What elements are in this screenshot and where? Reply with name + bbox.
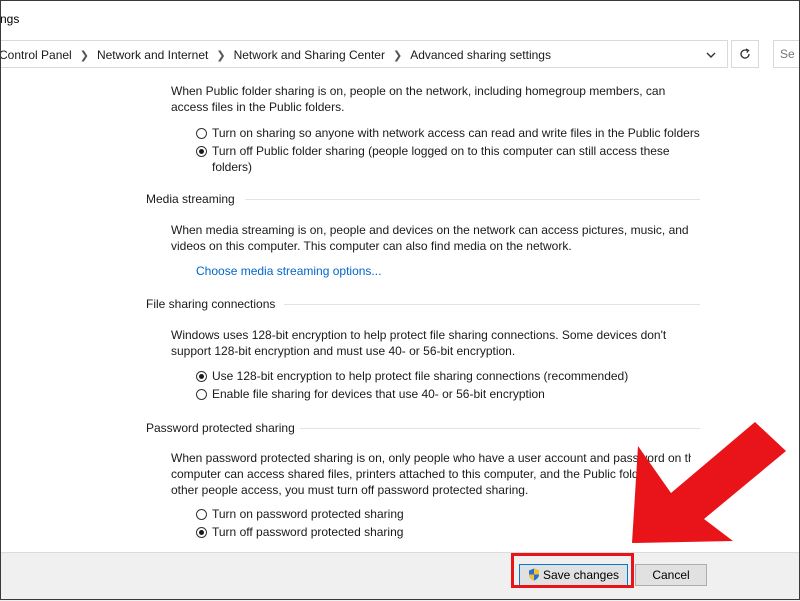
window-title: ngs bbox=[0, 12, 20, 26]
encryption-128-option[interactable]: Use 128-bit encryption to help protect f… bbox=[196, 368, 628, 384]
description-line: videos on this computer. This computer c… bbox=[171, 239, 572, 253]
description-line: Windows uses 128-bit encryption to help … bbox=[171, 328, 667, 342]
refresh-button[interactable] bbox=[731, 40, 759, 68]
password-sharing-heading: Password protected sharing bbox=[146, 421, 295, 435]
radio-button[interactable] bbox=[196, 146, 207, 157]
password-sharing-on-option[interactable]: Turn on password protected sharing bbox=[196, 506, 404, 522]
password-sharing-off-option[interactable]: Turn off password protected sharing bbox=[196, 524, 403, 540]
option-label-line: Turn off Public folder sharing (people l… bbox=[212, 144, 670, 158]
address-bar[interactable]: Control Panel ❯ Network and Internet ❯ Netwo… bbox=[0, 40, 728, 68]
description-line: When Public folder sharing is on, people… bbox=[171, 84, 666, 98]
breadcrumb-network-internet[interactable]: Network and Internet bbox=[97, 48, 208, 62]
address-dropdown-button[interactable] bbox=[699, 45, 723, 65]
media-streaming-description: When media streaming is on, people and d… bbox=[171, 222, 689, 254]
option-label: Turn on password protected sharing bbox=[212, 507, 404, 521]
breadcrumb-control-panel[interactable]: Control Panel bbox=[0, 48, 72, 62]
description-line: computer can access shared files, printe… bbox=[171, 467, 639, 481]
description-line: support 128-bit encryption and must use … bbox=[171, 344, 516, 358]
public-folder-description: When Public folder sharing is on, people… bbox=[171, 83, 665, 115]
radio-button[interactable] bbox=[196, 128, 207, 139]
media-streaming-options-link[interactable]: Choose media streaming options... bbox=[196, 264, 381, 278]
refresh-icon bbox=[740, 48, 750, 59]
chevron-right-icon[interactable]: ❯ bbox=[216, 49, 225, 62]
cancel-button[interactable]: Cancel bbox=[635, 564, 707, 586]
breadcrumb-sharing-center[interactable]: Network and Sharing Center bbox=[234, 48, 385, 62]
encryption-40-56-option[interactable]: Enable file sharing for devices that use… bbox=[196, 386, 545, 402]
section-divider bbox=[284, 304, 700, 305]
save-changes-button[interactable]: Save changes bbox=[519, 564, 628, 586]
description-line: other people access, you must turn off p… bbox=[171, 483, 529, 497]
public-sharing-off-option[interactable]: Turn off Public folder sharing (people l… bbox=[196, 143, 670, 175]
description-line: access files in the Public folders. bbox=[171, 100, 345, 114]
chevron-right-icon[interactable]: ❯ bbox=[80, 49, 89, 62]
search-input[interactable] bbox=[780, 42, 800, 66]
password-sharing-description: When password protected sharing is on, o… bbox=[171, 450, 691, 498]
option-label: Turn off Public folder sharing (people l… bbox=[212, 143, 670, 175]
chevron-right-icon[interactable]: ❯ bbox=[393, 49, 402, 62]
radio-button[interactable] bbox=[196, 527, 207, 538]
section-divider bbox=[245, 199, 700, 200]
breadcrumb: Control Panel ❯ Network and Internet ❯ Netwo… bbox=[0, 48, 551, 62]
section-divider bbox=[300, 428, 700, 429]
search-box[interactable] bbox=[773, 40, 800, 68]
option-label: Enable file sharing for devices that use… bbox=[212, 387, 545, 401]
option-label: Use 128-bit encryption to help protect f… bbox=[212, 369, 629, 383]
radio-button[interactable] bbox=[196, 371, 207, 382]
radio-button[interactable] bbox=[196, 389, 207, 400]
save-changes-label: Save changes bbox=[542, 568, 620, 582]
chevron-down-icon bbox=[706, 52, 716, 58]
address-row: Control Panel ❯ Network and Internet ❯ Netwo… bbox=[0, 38, 800, 72]
settings-content: When Public folder sharing is on, people… bbox=[0, 72, 800, 552]
file-sharing-description: Windows uses 128-bit encryption to help … bbox=[171, 327, 666, 359]
footer-bar: Save changes Cancel bbox=[0, 552, 800, 601]
radio-button[interactable] bbox=[196, 509, 207, 520]
description-line: When password protected sharing is on, o… bbox=[171, 451, 691, 465]
option-label: Turn on sharing so anyone with network a… bbox=[212, 126, 700, 140]
public-sharing-on-option[interactable]: Turn on sharing so anyone with network a… bbox=[196, 125, 700, 141]
breadcrumb-advanced-sharing[interactable]: Advanced sharing settings bbox=[410, 48, 551, 62]
media-streaming-heading: Media streaming bbox=[146, 192, 235, 206]
description-line: When media streaming is on, people and d… bbox=[171, 223, 689, 237]
shield-icon bbox=[528, 568, 539, 581]
option-label-line: folders) bbox=[212, 160, 253, 174]
title-bar: ngs bbox=[0, 0, 800, 36]
option-label: Turn off password protected sharing bbox=[212, 525, 404, 539]
file-sharing-heading: File sharing connections bbox=[146, 297, 276, 311]
